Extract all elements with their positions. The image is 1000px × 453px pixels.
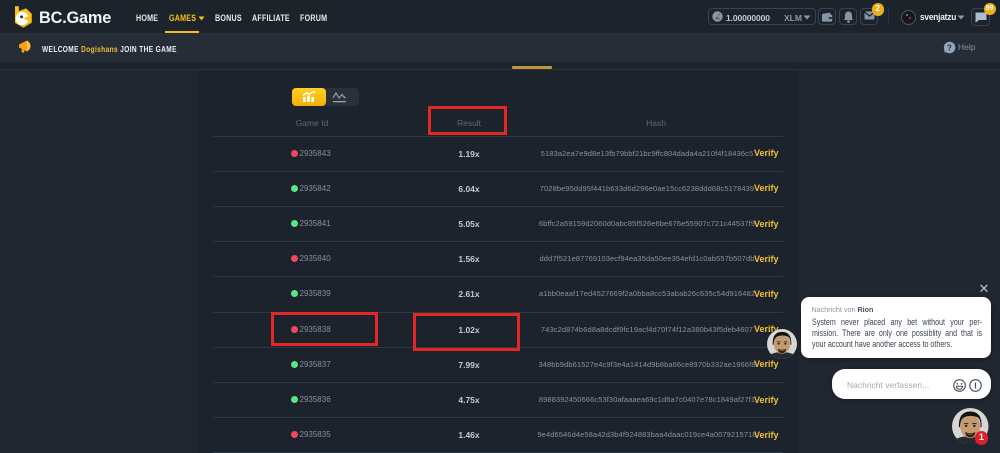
svg-text:?: ? [947, 43, 952, 52]
